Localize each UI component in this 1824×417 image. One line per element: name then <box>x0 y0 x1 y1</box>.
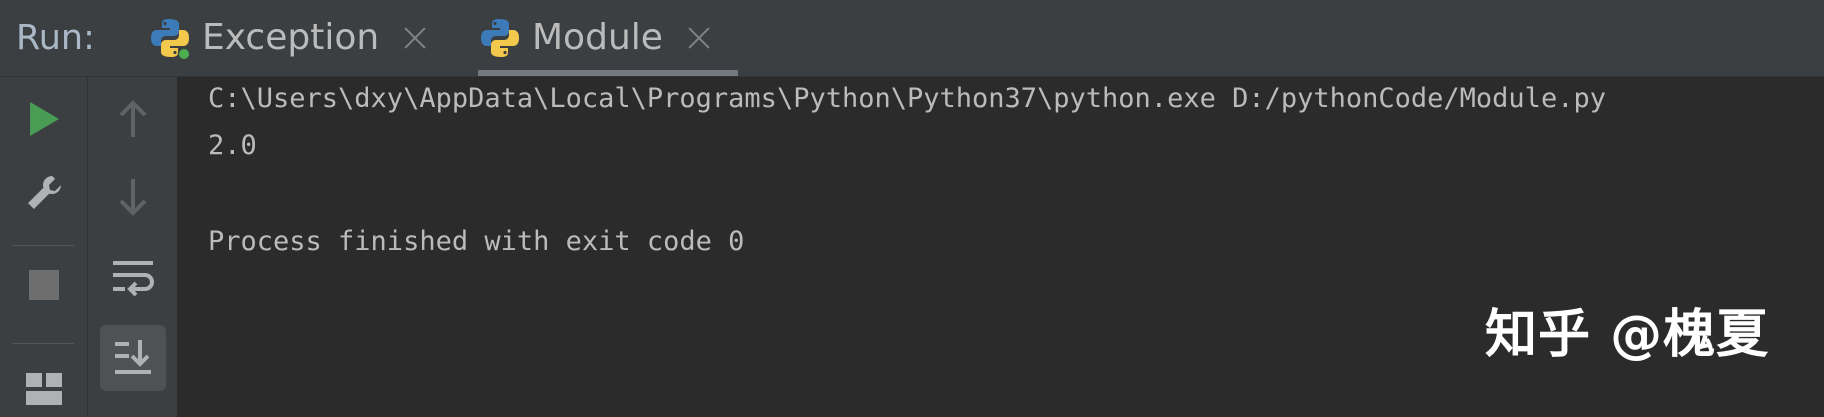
console-line: C:\Users\dxy\AppData\Local\Programs\Pyth… <box>208 83 1606 114</box>
close-icon[interactable] <box>687 26 711 50</box>
scroll-up-button[interactable] <box>111 97 155 141</box>
layout-button[interactable] <box>22 367 66 411</box>
layout-icon <box>25 373 62 405</box>
console-line: 2.0 <box>208 130 257 161</box>
soft-wrap-icon <box>112 261 154 297</box>
close-icon[interactable] <box>403 26 427 50</box>
console-line: Process finished with exit code 0 <box>208 226 745 257</box>
soft-wrap-button[interactable] <box>109 253 157 301</box>
stop-icon <box>28 270 59 300</box>
down-arrow-icon <box>119 179 146 216</box>
run-header: Run: Exception Module <box>0 0 1824 77</box>
run-label: Run: <box>16 18 95 58</box>
console-output[interactable]: C:\Users\dxy\AppData\Local\Programs\Pyth… <box>178 77 1824 417</box>
run-toolbar <box>0 77 88 417</box>
console-toolbar <box>88 77 178 417</box>
scroll-to-end-icon <box>114 340 151 374</box>
tab-module[interactable]: Module <box>478 0 738 76</box>
settings-button[interactable] <box>22 171 66 215</box>
wrench-icon <box>27 175 61 209</box>
rerun-button[interactable] <box>22 97 66 141</box>
up-arrow-icon <box>119 100 146 137</box>
watermark: 知乎 @槐夏 <box>1485 305 1770 365</box>
run-tool-window: Run: Exception Module C:\Users\dxy\AppDa… <box>0 0 1824 417</box>
tab-exception[interactable]: Exception <box>148 0 448 76</box>
scroll-down-button[interactable] <box>111 175 155 219</box>
tab-label: Module <box>532 17 663 58</box>
python-icon <box>478 16 522 60</box>
rerun-icon <box>29 102 59 136</box>
stop-button[interactable] <box>22 263 66 307</box>
scroll-to-end-button[interactable] <box>99 325 166 391</box>
python-icon <box>148 16 192 60</box>
tab-label: Exception <box>202 17 380 58</box>
